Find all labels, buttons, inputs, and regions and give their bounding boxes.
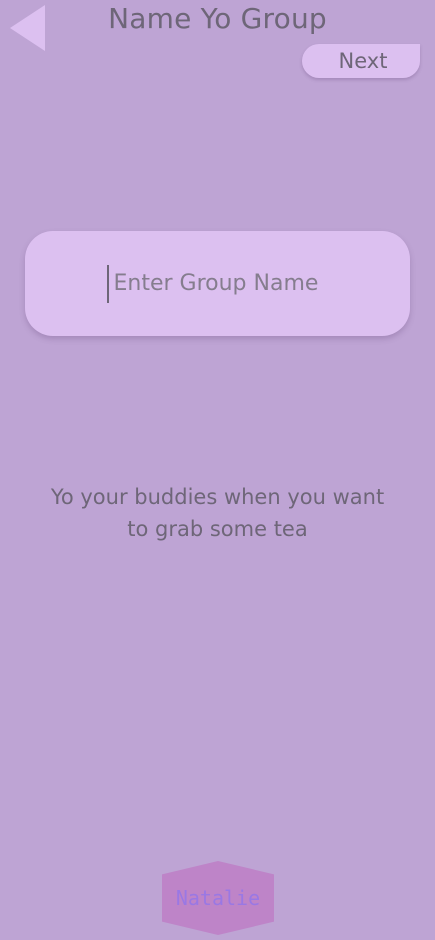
group-name-card[interactable]: [25, 231, 410, 336]
next-button[interactable]: Next: [302, 44, 420, 78]
group-name-input[interactable]: [113, 271, 329, 296]
page-title: Name Yo Group: [108, 2, 327, 35]
text-caret: [106, 264, 109, 303]
tagline-text: Yo your buddies when you want to grab so…: [50, 485, 385, 541]
user-avatar-badge[interactable]: Natalie: [162, 861, 274, 935]
user-name-label: Natalie: [175, 886, 261, 910]
